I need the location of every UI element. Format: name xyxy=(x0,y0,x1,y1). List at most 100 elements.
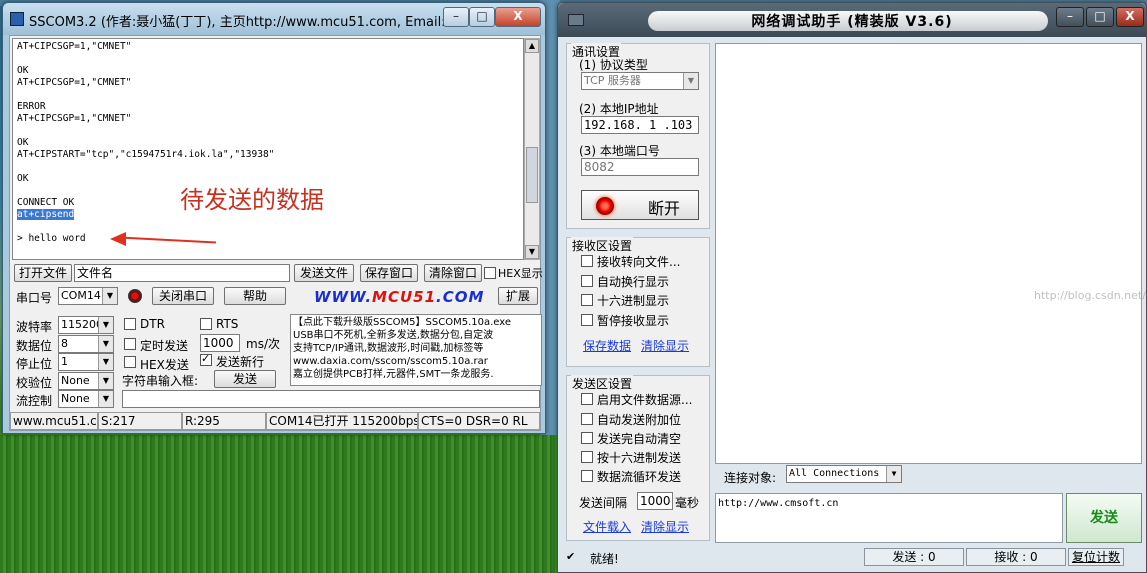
send-file-button[interactable]: 发送文件 xyxy=(294,264,354,282)
net-close-button[interactable]: X xyxy=(1116,7,1144,27)
clear-window-button[interactable]: 清除窗口 xyxy=(424,264,482,282)
promo-panel[interactable]: 【点此下载升级版SSCOM5】SSCOM5.10a.exe USB串口不死机,全… xyxy=(290,314,542,386)
chevron-down-icon: ▼ xyxy=(886,466,901,482)
status-port-state: COM14已打开 115200bps xyxy=(266,412,418,430)
string-input-field[interactable] xyxy=(122,390,540,408)
status-lines: CTS=0 DSR=0 RL xyxy=(418,412,540,430)
param-label: 波特率 xyxy=(16,320,53,334)
status-site: www.mcu51.cor xyxy=(10,412,98,430)
save-window-button[interactable]: 保存窗口 xyxy=(360,264,418,282)
param-value: 1 xyxy=(61,355,68,368)
recv-to-file-label: 接收转向文件... xyxy=(597,255,681,269)
loop-send-checkbox[interactable] xyxy=(581,470,593,482)
sscom-statusbar: www.mcu51.cor S:217 R:295 COM14已打开 11520… xyxy=(10,412,540,430)
protocol-value: TCP 服务器 xyxy=(584,74,641,87)
expand-button[interactable]: 扩展 xyxy=(498,287,538,305)
param-label: 数据位 xyxy=(16,338,53,353)
rts-checkbox[interactable] xyxy=(200,318,212,330)
chevron-down-icon: ▼ xyxy=(98,354,113,370)
scroll-up-icon[interactable]: ▲ xyxy=(525,39,539,53)
reset-count-button[interactable]: 复位计数 xyxy=(1068,548,1124,566)
net-minimize-button[interactable]: – xyxy=(1056,7,1084,27)
net-titlebar[interactable]: 网络调试助手 (精装版 V3.6) – □ X xyxy=(558,3,1146,37)
save-data-link[interactable]: 保存数据 xyxy=(583,337,631,354)
port-label-net: (3) 本地端口号 xyxy=(579,144,660,158)
terminal-line: OK xyxy=(17,137,29,148)
param-select[interactable]: None ▼ xyxy=(58,371,114,390)
file-source-checkbox[interactable] xyxy=(581,393,593,405)
protocol-select[interactable]: TCP 服务器 ▼ xyxy=(581,72,699,90)
timed-send-checkbox[interactable] xyxy=(124,338,136,350)
sscom-window: SSCOM3.2 (作者:聂小猛(丁丁), 主页http://www.mcu51… xyxy=(2,2,546,434)
ip-label: (2) 本地IP地址 xyxy=(579,102,659,116)
close-button[interactable]: X xyxy=(495,7,541,27)
recv-to-file-checkbox[interactable] xyxy=(581,255,593,267)
close-port-button[interactable]: 关闭串口 xyxy=(152,287,214,305)
terminal-scrollbar[interactable]: ▲ ▼ xyxy=(524,38,540,260)
recv-settings-group: 接收区设置 接收转向文件... 自动换行显示 十六进制显示 暂停接收显示 保存数… xyxy=(566,237,710,367)
promo-line: 嘉立创提供PCB打样,元器件,SMT一条龙服务. xyxy=(293,369,494,380)
terminal-line: ERROR xyxy=(17,101,46,112)
site-logo-brand: MCU51 xyxy=(372,288,437,306)
dtr-label: DTR xyxy=(140,317,165,331)
open-file-button[interactable]: 打开文件 xyxy=(14,264,72,282)
terminal-line: AT+CIPCSGP=1,"CMNET" xyxy=(17,41,132,52)
send-button[interactable]: 发送 xyxy=(214,370,276,388)
param-value: 8 xyxy=(61,336,68,350)
dtr-checkbox[interactable] xyxy=(124,318,136,330)
file-source-label: 启用文件数据源... xyxy=(597,393,693,407)
minimize-button[interactable]: – xyxy=(443,7,469,27)
clear-display-send-link[interactable]: 清除显示 xyxy=(641,518,689,535)
interval-field[interactable]: 1000 xyxy=(200,334,240,352)
receive-terminal[interactable]: AT+CIPCSGP=1,"CMNET" OK AT+CIPCSGP=1,"CMNE… xyxy=(12,38,524,260)
net-maximize-button[interactable]: □ xyxy=(1086,7,1114,27)
scroll-thumb[interactable] xyxy=(526,147,538,203)
chevron-down-icon: ▼ xyxy=(98,391,113,407)
param-label: 流控制 xyxy=(16,394,53,408)
annotation-text: 待发送的数据 xyxy=(180,186,324,214)
param-select[interactable]: 115200 ▼ xyxy=(58,316,114,334)
hex-send-label: HEX发送 xyxy=(140,358,189,372)
param-value: None xyxy=(61,392,90,405)
help-button[interactable]: 帮助 xyxy=(224,287,286,305)
clear-display-link[interactable]: 清除显示 xyxy=(641,337,689,354)
disconnect-button[interactable]: 断开 xyxy=(581,190,699,220)
protocol-label: (1) 协议类型 xyxy=(579,58,648,72)
param-select[interactable]: None ▼ xyxy=(58,390,114,408)
send-text-area[interactable]: http://www.cmsoft.cn xyxy=(715,493,1063,543)
site-logo[interactable]: WWW.MCU51.COM xyxy=(314,288,484,306)
loop-send-label: 数据流循环发送 xyxy=(597,470,682,484)
watermark: http://blog.csdn.net/ xyxy=(1034,289,1146,302)
terminal-line: OK xyxy=(17,65,29,76)
comm-settings-group: 通讯设置 (1) 协议类型 TCP 服务器 ▼ (2) 本地IP地址 192.16… xyxy=(566,43,710,229)
status-sent: S:217 xyxy=(98,412,182,430)
hex-display-net-checkbox[interactable] xyxy=(581,294,593,306)
hex-send-net-checkbox[interactable] xyxy=(581,451,593,463)
auto-wrap-checkbox[interactable] xyxy=(581,275,593,287)
site-logo-suffix: .COM xyxy=(436,288,485,306)
ip-field[interactable]: 192.168. 1 .103 xyxy=(581,116,699,134)
connect-target-select[interactable]: All Connections ▼ xyxy=(786,465,902,483)
port-select[interactable]: COM14 ▼ xyxy=(58,287,118,305)
pause-recv-checkbox[interactable] xyxy=(581,314,593,326)
scroll-down-icon[interactable]: ▼ xyxy=(525,245,539,259)
auto-wrap-label: 自动换行显示 xyxy=(597,275,670,289)
hex-display-checkbox[interactable] xyxy=(484,267,496,279)
net-send-button[interactable]: 发送 xyxy=(1066,493,1142,543)
maximize-button[interactable]: □ xyxy=(469,7,495,27)
param-select[interactable]: 1 ▼ xyxy=(58,353,114,371)
send-newline-checkbox[interactable] xyxy=(200,352,212,366)
file-load-link[interactable]: 文件载入 xyxy=(583,518,631,535)
receive-area[interactable] xyxy=(715,43,1142,464)
local-port-field[interactable]: 8082 xyxy=(581,158,699,176)
param-select[interactable]: 8 ▼ xyxy=(58,334,114,353)
hex-send-checkbox[interactable] xyxy=(124,356,136,368)
send-interval-field[interactable]: 1000 xyxy=(637,492,673,510)
file-name-field[interactable]: 文件名 xyxy=(74,264,290,282)
auto-append-checkbox[interactable] xyxy=(581,413,593,425)
sscom-titlebar[interactable]: SSCOM3.2 (作者:聂小猛(丁丁), 主页http://www.mcu51… xyxy=(3,3,545,35)
auto-clear-checkbox[interactable] xyxy=(581,432,593,444)
send-interval-label: 发送间隔 xyxy=(579,496,628,510)
terminal-prompt: > hello word xyxy=(17,233,86,244)
